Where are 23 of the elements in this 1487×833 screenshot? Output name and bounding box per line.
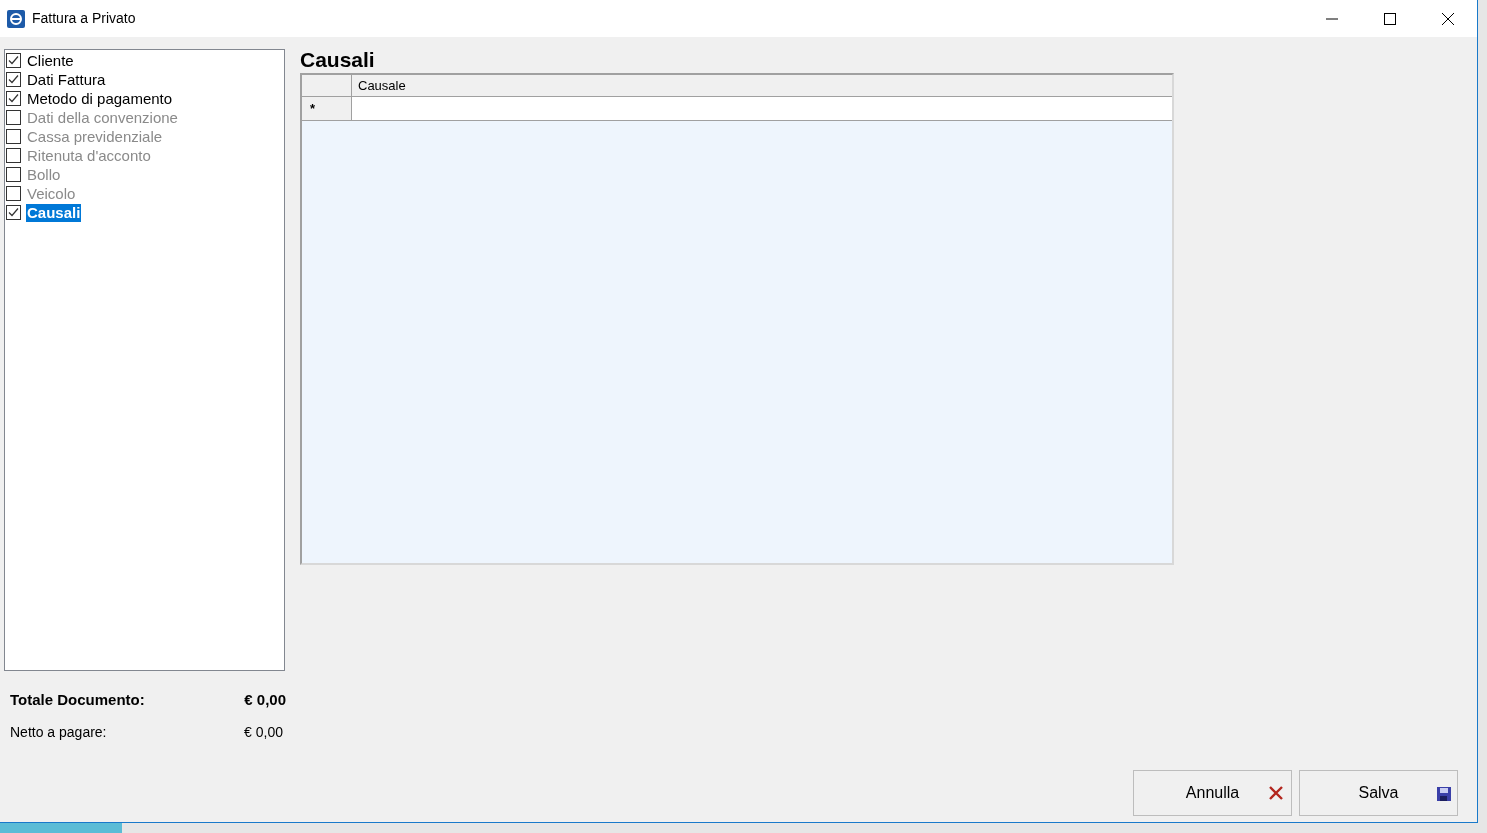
- total-value: € 0,00: [244, 690, 286, 710]
- checkbox[interactable]: [6, 91, 21, 106]
- close-icon: [1269, 786, 1283, 800]
- checkbox[interactable]: [6, 53, 21, 68]
- section-item[interactable]: Metodo di pagamento: [26, 89, 174, 108]
- checkbox[interactable]: [6, 72, 21, 87]
- close-icon: [1442, 12, 1454, 25]
- column-header[interactable]: Causale: [352, 75, 1172, 96]
- section-item[interactable]: Causali: [26, 203, 82, 222]
- panel-title: Causali: [300, 47, 376, 73]
- cancel-button[interactable]: Annulla: [1133, 770, 1292, 816]
- app-logo-icon: [7, 9, 25, 28]
- total-label: Netto a pagare:: [10, 722, 107, 742]
- total-value: € 0,00: [244, 722, 283, 742]
- section-item[interactable]: Dati Fattura: [26, 70, 107, 89]
- save-button[interactable]: Salva: [1299, 770, 1458, 816]
- checkbox[interactable]: [6, 205, 21, 220]
- total-label: Totale Documento:: [10, 690, 145, 710]
- maximize-icon: [1384, 12, 1396, 25]
- row-header: *: [302, 97, 352, 120]
- table-cell[interactable]: [352, 97, 1172, 120]
- section-item[interactable]: Cliente: [26, 51, 75, 70]
- window-title: Fattura a Privato: [32, 9, 136, 28]
